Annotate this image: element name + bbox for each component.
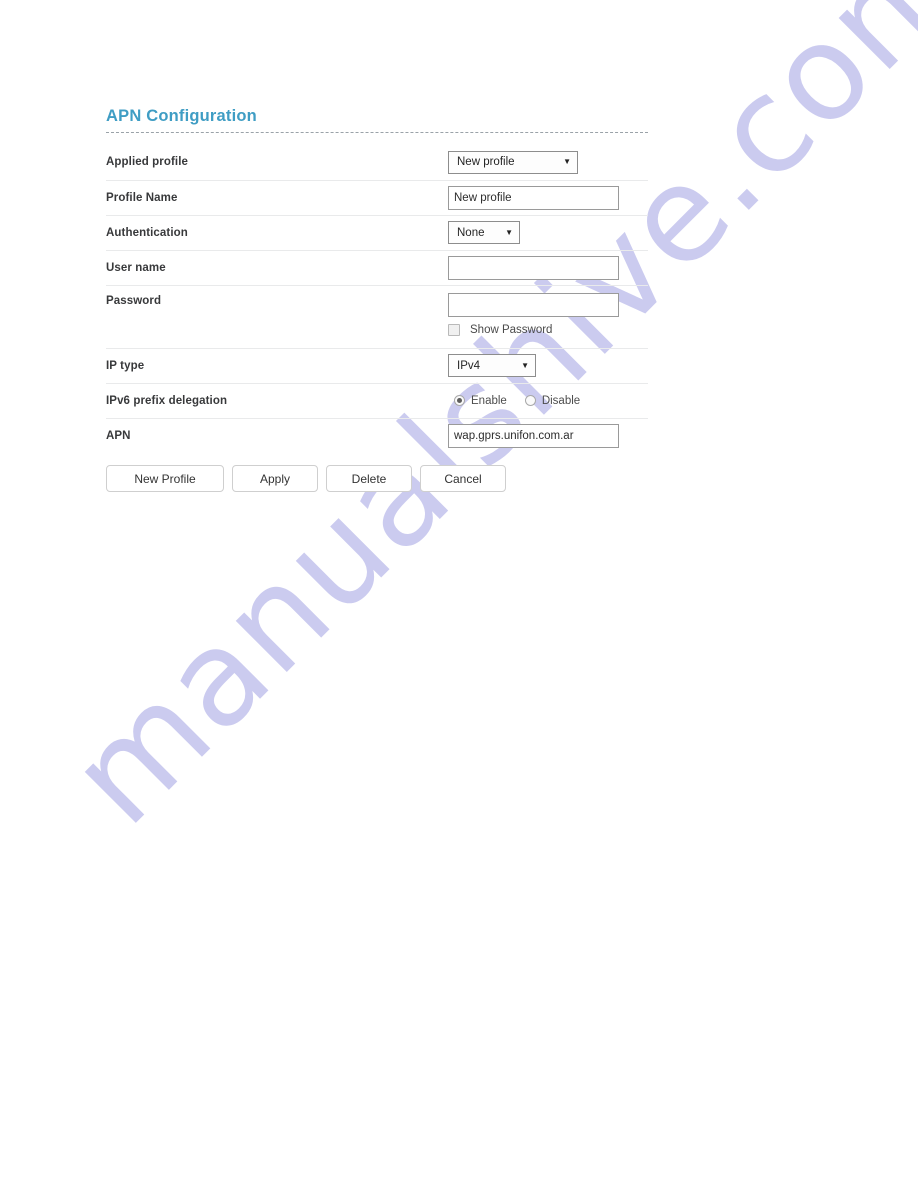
- ipv6-disable-radio[interactable]: [524, 395, 536, 406]
- apn-input[interactable]: [448, 423, 619, 448]
- apn-settings-table: Applied profile New profile ▼ Profile Na…: [106, 145, 648, 453]
- applied-profile-value: New profile: [457, 156, 515, 169]
- page-title: APN Configuration: [106, 107, 257, 125]
- table-row: User name: [106, 250, 648, 285]
- table-row: IPv6 prefix delegation Enable Disable: [106, 383, 648, 418]
- chevron-down-icon: ▼: [563, 157, 571, 167]
- label-ip-type: IP type: [106, 359, 145, 372]
- apn-configuration-panel: APN Configuration Applied profile New pr…: [106, 106, 648, 492]
- ipv6-prefix-delegation-radio-group: Enable Disable: [448, 395, 648, 407]
- ip-type-value: IPv4: [457, 359, 481, 372]
- form-action-buttons: New Profile Apply Delete Cancel: [106, 465, 648, 492]
- title-divider: [106, 132, 648, 133]
- user-name-input[interactable]: [448, 255, 619, 280]
- authentication-value: None: [457, 226, 485, 239]
- label-applied-profile: Applied profile: [106, 156, 188, 169]
- show-password-checkbox[interactable]: [448, 323, 460, 336]
- ipv6-disable-label: Disable: [541, 394, 581, 407]
- ipv6-enable-label: Enable: [471, 394, 507, 407]
- chevron-down-icon: ▼: [521, 360, 529, 370]
- table-row: Profile Name: [106, 180, 648, 215]
- label-ipv6-prefix-delegation: IPv6 prefix delegation: [106, 394, 228, 407]
- table-row: Authentication None ▼: [106, 215, 648, 250]
- show-password-label: Show Password: [470, 323, 553, 336]
- label-apn: APN: [106, 429, 131, 442]
- password-input[interactable]: [448, 292, 619, 317]
- table-row: Applied profile New profile ▼: [106, 145, 648, 180]
- document-page: APN Configuration Applied profile New pr…: [0, 0, 918, 1188]
- ip-type-select[interactable]: IPv4 ▼: [448, 354, 536, 377]
- table-row: IP type IPv4 ▼: [106, 348, 648, 383]
- authentication-select[interactable]: None ▼: [448, 221, 520, 244]
- profile-name-input[interactable]: [448, 185, 619, 210]
- show-password-row: Show Password: [448, 323, 648, 336]
- apply-button[interactable]: Apply: [232, 465, 318, 492]
- label-profile-name: Profile Name: [106, 191, 178, 204]
- table-row: Password Show Password: [106, 285, 648, 348]
- label-password: Password: [106, 294, 162, 307]
- ipv6-enable-radio[interactable]: [454, 395, 465, 406]
- label-user-name: User name: [106, 261, 166, 274]
- chevron-down-icon: ▼: [505, 227, 513, 237]
- label-authentication: Authentication: [106, 226, 188, 239]
- delete-button[interactable]: Delete: [326, 465, 412, 492]
- cancel-button[interactable]: Cancel: [420, 465, 506, 492]
- new-profile-button[interactable]: New Profile: [106, 465, 224, 492]
- table-row: APN: [106, 418, 648, 453]
- applied-profile-select[interactable]: New profile ▼: [448, 150, 578, 174]
